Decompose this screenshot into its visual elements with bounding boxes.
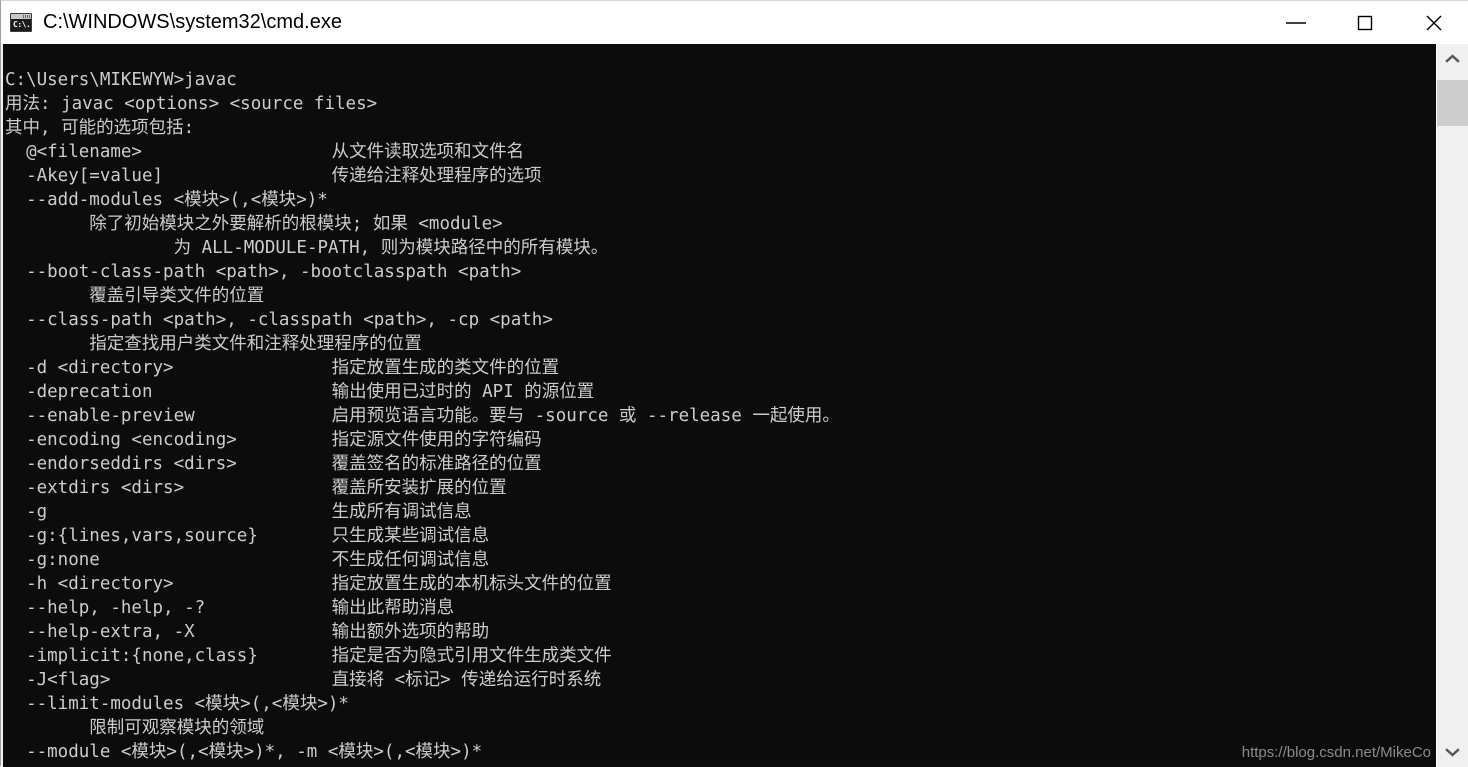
console-line: --help-extra, -X 输出额外选项的帮助 <box>5 622 490 642</box>
console-line: @<filename> 从文件读取选项和文件名 <box>5 142 525 162</box>
console-line: 指定查找用户类文件和注释处理程序的位置 <box>5 334 422 354</box>
chevron-up-icon <box>1445 54 1460 63</box>
console-line: -encoding <encoding> 指定源文件使用的字符编码 <box>5 430 542 450</box>
vertical-scrollbar[interactable] <box>1436 44 1468 767</box>
console-line: -d <directory> 指定放置生成的类文件的位置 <box>5 358 560 378</box>
console-line: -h <directory> 指定放置生成的本机标头文件的位置 <box>5 574 612 594</box>
maximize-icon <box>1357 15 1372 30</box>
scrollbar-thumb[interactable] <box>1437 80 1468 126</box>
chevron-down-icon <box>1445 748 1460 757</box>
close-icon <box>1426 15 1441 30</box>
console-line: -g:none 不生成任何调试信息 <box>5 550 490 570</box>
console-line: C:\Users\MIKEWYW>javac <box>5 70 237 90</box>
minimize-icon <box>1285 21 1306 24</box>
scroll-down-button[interactable] <box>1437 737 1468 767</box>
console-line: -extdirs <dirs> 覆盖所安装扩展的位置 <box>5 478 507 498</box>
console-line: --module <模块>(,<模块>)*, -m <模块>(,<模块>)* <box>5 742 483 762</box>
cmd-window: C:\. C:\WINDOWS\system32\cmd.exe C:\User… <box>0 0 1468 767</box>
console-line: --help, -help, -? 输出此帮助消息 <box>5 598 455 618</box>
maximize-button[interactable] <box>1330 1 1399 44</box>
console-line: --enable-preview 启用预览语言功能。要与 -source 或 -… <box>5 406 840 426</box>
console-line: -g 生成所有调试信息 <box>5 502 472 522</box>
console-line: --class-path <path>, -classpath <path>, … <box>5 310 553 330</box>
title-bar[interactable]: C:\. C:\WINDOWS\system32\cmd.exe <box>1 1 1468 44</box>
scrollbar-track[interactable] <box>1437 74 1468 737</box>
console-line: 用法: javac <options> <source files> <box>5 94 378 114</box>
icon-dots <box>23 15 30 18</box>
console-line: --limit-modules <模块>(,<模块>)* <box>5 694 349 714</box>
title-bar-left: C:\. C:\WINDOWS\system32\cmd.exe <box>1 11 1261 34</box>
console-line: --boot-class-path <path>, -bootclasspath… <box>5 262 522 282</box>
console-line: -endorseddirs <dirs> 覆盖签名的标准路径的位置 <box>5 454 542 474</box>
console-line: 覆盖引导类文件的位置 <box>5 286 265 306</box>
window-controls <box>1261 1 1468 44</box>
console-text-container: C:\Users\MIKEWYW>javac 用法: javac <options… <box>3 44 1437 767</box>
icon-prompt-text: C:\. <box>13 20 31 29</box>
console-line: --add-modules <模块>(,<模块>)* <box>5 190 328 210</box>
close-button[interactable] <box>1399 1 1468 44</box>
console-line: -J<flag> 直接将 <标记> 传递给运行时系统 <box>5 670 602 690</box>
console-line: 除了初始模块之外要解析的根模块; 如果 <module> <box>5 214 503 234</box>
console-line: 限制可观察模块的领域 <box>5 718 265 738</box>
console-line: 其中, 可能的选项包括: <box>5 118 195 138</box>
console-output-area[interactable]: C:\Users\MIKEWYW>javac 用法: javac <options… <box>1 44 1437 767</box>
scroll-up-button[interactable] <box>1437 44 1468 74</box>
console-line: -g:{lines,vars,source} 只生成某些调试信息 <box>5 526 490 546</box>
window-title: C:\WINDOWS\system32\cmd.exe <box>43 11 342 33</box>
console-line: -Akey[=value] 传递给注释处理程序的选项 <box>5 166 542 186</box>
console-line: -implicit:{none,class} 指定是否为隐式引用文件生成类文件 <box>5 646 612 666</box>
cmd-prompt-icon: C:\. <box>10 13 32 32</box>
console-line: 为 ALL-MODULE-PATH, 则为模块路径中的所有模块。 <box>5 238 609 258</box>
console-line: -deprecation 输出使用已过时的 API 的源位置 <box>5 382 595 402</box>
minimize-button[interactable] <box>1261 1 1330 44</box>
